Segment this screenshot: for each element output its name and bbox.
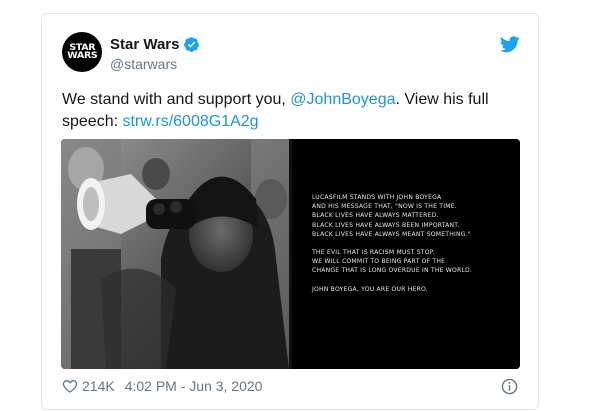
heart-icon[interactable] xyxy=(62,378,78,394)
statement-paragraph-3: JOHN BOYEGA, YOU ARE OUR HERO. xyxy=(312,285,512,294)
tweet-timestamp[interactable]: 4:02 PM - Jun 3, 2020 xyxy=(125,378,263,394)
author-name[interactable]: Star Wars xyxy=(110,36,179,53)
speech-link[interactable]: strw.rs/6008G1A2g xyxy=(122,113,258,130)
avatar-logo-line2: WARS xyxy=(66,51,98,61)
protest-photo[interactable] xyxy=(61,139,289,369)
statement-paragraph-1: LUCASFILM STANDS WITH JOHN BOYEGA AND HI… xyxy=(312,193,512,239)
info-icon[interactable] xyxy=(501,378,518,395)
statement-line: JOHN BOYEGA, YOU ARE OUR HERO. xyxy=(312,285,428,293)
tweet-text: We stand with and support you, @JohnBoye… xyxy=(62,89,522,133)
tweet-card[interactable]: STAR WARS Star Wars @starwars We stand w… xyxy=(41,13,539,410)
tweet-footer: 214K 4:02 PM - Jun 3, 2020 xyxy=(62,378,262,394)
avatar[interactable]: STAR WARS xyxy=(62,32,102,72)
statement-line: AND HIS MESSAGE THAT, "NOW IS THE TIME. xyxy=(312,203,457,211)
verified-badge-icon xyxy=(184,37,200,52)
statement-panel[interactable]: LUCASFILM STANDS WITH JOHN BOYEGA AND HI… xyxy=(292,139,520,369)
statement-line: THE EVIL THAT IS RACISM MUST STOP. xyxy=(312,249,435,257)
statement-line: BLACK LIVES HAVE ALWAYS BEEN IMPORTANT. xyxy=(312,221,460,229)
mention-link[interactable]: @JohnBoyega xyxy=(290,91,395,108)
statement-line: WE WILL COMMIT TO BEING PART OF THE xyxy=(312,258,446,266)
tweet-media[interactable]: LUCASFILM STANDS WITH JOHN BOYEGA AND HI… xyxy=(61,139,520,369)
statement-line: CHANGE THAT IS LONG OVERDUE IN THE WORLD… xyxy=(312,267,473,275)
statement-paragraph-2: THE EVIL THAT IS RACISM MUST STOP. WE WI… xyxy=(312,248,512,276)
like-count[interactable]: 214K xyxy=(82,378,115,394)
tweet-text-intro: We stand with and support you, xyxy=(62,91,291,108)
twitter-bird-icon[interactable] xyxy=(500,36,520,53)
author-handle[interactable]: @starwars xyxy=(110,56,177,72)
author-row: Star Wars xyxy=(110,36,200,53)
statement-line: BLACK LIVES HAVE ALWAYS MEANT SOMETHING.… xyxy=(312,230,471,238)
statement-line: BLACK LIVES HAVE ALWAYS MATTERED. xyxy=(312,212,439,220)
statement-text: LUCASFILM STANDS WITH JOHN BOYEGA AND HI… xyxy=(312,193,512,303)
statement-line: LUCASFILM STANDS WITH JOHN BOYEGA xyxy=(312,194,442,201)
avatar-logo: STAR WARS xyxy=(66,44,98,61)
